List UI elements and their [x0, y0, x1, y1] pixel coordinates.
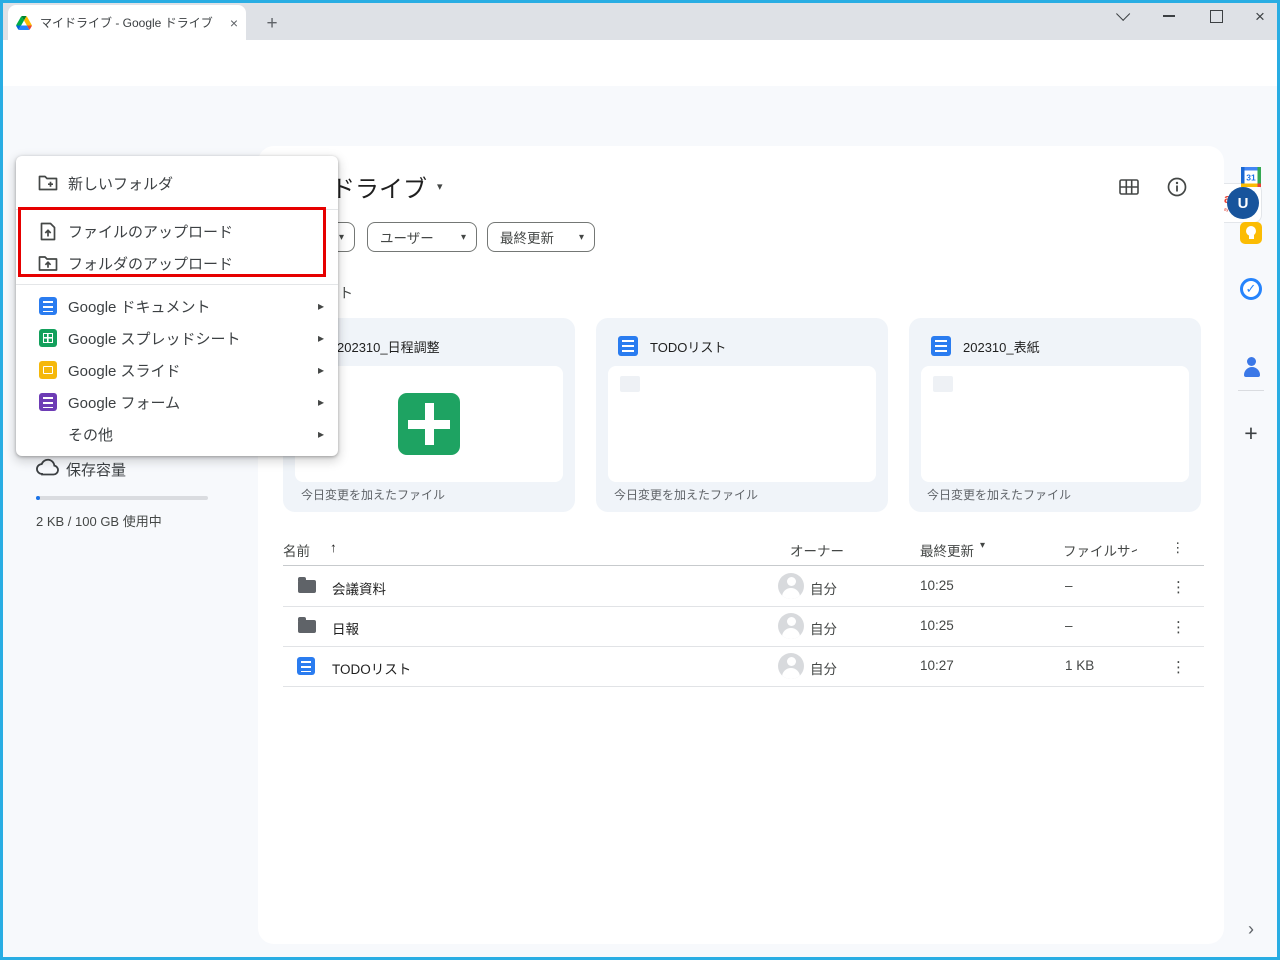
- column-owner[interactable]: オーナー: [790, 540, 844, 560]
- folder-icon: [298, 577, 316, 593]
- sort-ascending-icon[interactable]: ↑: [330, 540, 337, 555]
- svg-text:31: 31: [1246, 173, 1256, 183]
- rail-divider: [1238, 390, 1264, 391]
- table-header: 名前 ↑ オーナー 最終更新 ▾ ファイルサイ ⋮: [283, 532, 1204, 566]
- docs-icon: [297, 657, 315, 675]
- contacts-icon[interactable]: [1240, 356, 1262, 378]
- folder-upload-icon: [38, 253, 58, 273]
- caret-down-icon: ▾: [578, 231, 584, 243]
- browser-window: マイドライブ - Google ドライブ × + × ← → drive.goo…: [0, 0, 1280, 960]
- details-info-icon[interactable]: [1165, 175, 1189, 199]
- card-caption: 今日変更を加えたファイル: [927, 488, 1072, 502]
- submenu-arrow-icon: ▸: [317, 427, 324, 441]
- menu-item-more[interactable]: その他 ▸: [16, 418, 338, 450]
- new-tab-button[interactable]: +: [260, 12, 284, 36]
- tab-close-icon[interactable]: ×: [230, 15, 238, 31]
- caret-down-icon: ▾: [437, 181, 443, 193]
- column-modified[interactable]: 最終更新: [920, 540, 974, 560]
- column-name[interactable]: 名前: [283, 540, 310, 560]
- filter-chip-modified[interactable]: 最終更新 ▾: [487, 222, 595, 252]
- calendar-icon[interactable]: 31: [1240, 166, 1262, 188]
- storage-label[interactable]: 保存容量: [66, 459, 126, 480]
- docs-icon: [931, 336, 951, 356]
- card-caption: 今日変更を加えたファイル: [301, 488, 446, 502]
- tab-search-icon[interactable]: [1110, 6, 1132, 26]
- get-addons-icon[interactable]: +: [1239, 420, 1263, 446]
- row-menu-icon[interactable]: ⋮: [1171, 658, 1186, 676]
- file-thumbnail: [608, 366, 876, 482]
- owner-avatar: [778, 573, 804, 599]
- more-options-icon[interactable]: ⋮: [1171, 540, 1185, 556]
- owner-avatar: [778, 653, 804, 679]
- menu-item-file-upload[interactable]: ファイルのアップロード: [16, 215, 338, 247]
- show-side-panel-icon[interactable]: ›: [1243, 918, 1259, 940]
- submenu-arrow-icon: ▸: [317, 299, 324, 313]
- submenu-arrow-icon: ▸: [317, 363, 324, 377]
- drive-favicon: [16, 15, 32, 31]
- chevron-down-icon: [1116, 6, 1131, 21]
- file-thumbnail: [921, 366, 1189, 482]
- keep-icon[interactable]: [1240, 222, 1262, 244]
- menu-divider: [16, 284, 338, 285]
- grid-view-toggle[interactable]: [1117, 175, 1141, 199]
- table-row[interactable]: 日報 自分 10:25 – ⋮: [283, 606, 1204, 647]
- docs-icon: [618, 336, 638, 356]
- submenu-arrow-icon: ▸: [317, 395, 324, 409]
- suggested-card[interactable]: TODOリスト 今日変更を加えたファイル: [596, 318, 888, 512]
- suggested-card[interactable]: 202310_表紙 今日変更を加えたファイル: [909, 318, 1201, 512]
- grid-view-icon: [1119, 179, 1139, 195]
- sheets-logo: [398, 393, 460, 455]
- tasks-icon[interactable]: ✓: [1240, 278, 1262, 300]
- maximize-icon: [1209, 9, 1223, 23]
- minimize-button[interactable]: [1158, 6, 1180, 26]
- owner-avatar: [778, 613, 804, 639]
- menu-item-folder-upload[interactable]: フォルダのアップロード: [16, 247, 338, 279]
- row-menu-icon[interactable]: ⋮: [1171, 578, 1186, 596]
- maximize-button[interactable]: [1205, 6, 1227, 26]
- menu-item-google-forms[interactable]: Google フォーム ▸: [16, 386, 338, 418]
- close-icon: ×: [1255, 6, 1265, 26]
- menu-item-google-slides[interactable]: Google スライド ▸: [16, 354, 338, 386]
- sheets-icon: [39, 329, 57, 347]
- table-row[interactable]: TODOリスト 自分 10:27 1 KB ⋮: [283, 646, 1204, 687]
- submenu-arrow-icon: ▸: [317, 331, 324, 345]
- row-menu-icon[interactable]: ⋮: [1171, 618, 1186, 636]
- cloud-icon: [36, 458, 60, 481]
- file-upload-icon: [38, 221, 58, 241]
- forms-icon: [39, 393, 57, 411]
- slides-icon: [39, 361, 57, 379]
- column-size[interactable]: ファイルサイ: [1063, 540, 1137, 560]
- caret-down-icon: ▾: [338, 231, 344, 243]
- menu-item-new-folder[interactable]: 新しいフォルダ: [16, 162, 338, 204]
- card-caption: 今日変更を加えたファイル: [614, 488, 759, 502]
- storage-usage: 2 KB / 100 GB 使用中: [36, 514, 162, 529]
- menu-divider: [16, 209, 338, 210]
- folder-icon: [298, 617, 316, 633]
- caret-down-icon: ▾: [460, 231, 466, 243]
- browser-toolbar: ← → drive.google.com/drive/my-drive ☆ U …: [0, 40, 1280, 120]
- account-avatar[interactable]: U: [1227, 187, 1259, 219]
- storage-progress-bar: [36, 496, 208, 500]
- browser-titlebar: マイドライブ - Google ドライブ × + ×: [0, 0, 1280, 40]
- sort-descending-icon: ▾: [980, 540, 986, 551]
- tab-title: マイドライブ - Google ドライブ: [40, 16, 213, 30]
- filter-chip-people[interactable]: ユーザー ▾: [367, 222, 477, 252]
- menu-item-google-docs[interactable]: Google ドキュメント ▸: [16, 290, 338, 322]
- new-folder-icon: [38, 173, 58, 193]
- menu-item-google-sheets[interactable]: Google スプレッドシート ▸: [16, 322, 338, 354]
- drive-header: ドライブ ドライブで検索 ? ECCS Cloud Mail Informati…: [0, 86, 1280, 226]
- new-menu: 新しいフォルダ ファイルのアップロード フォルダのアップロード Google ド…: [16, 156, 338, 456]
- table-row[interactable]: 会議資料 自分 10:25 – ⋮: [283, 566, 1204, 607]
- close-window-button[interactable]: ×: [1249, 6, 1271, 26]
- minimize-icon: [1163, 15, 1175, 17]
- docs-icon: [39, 297, 57, 315]
- browser-tab[interactable]: マイドライブ - Google ドライブ ×: [8, 5, 246, 40]
